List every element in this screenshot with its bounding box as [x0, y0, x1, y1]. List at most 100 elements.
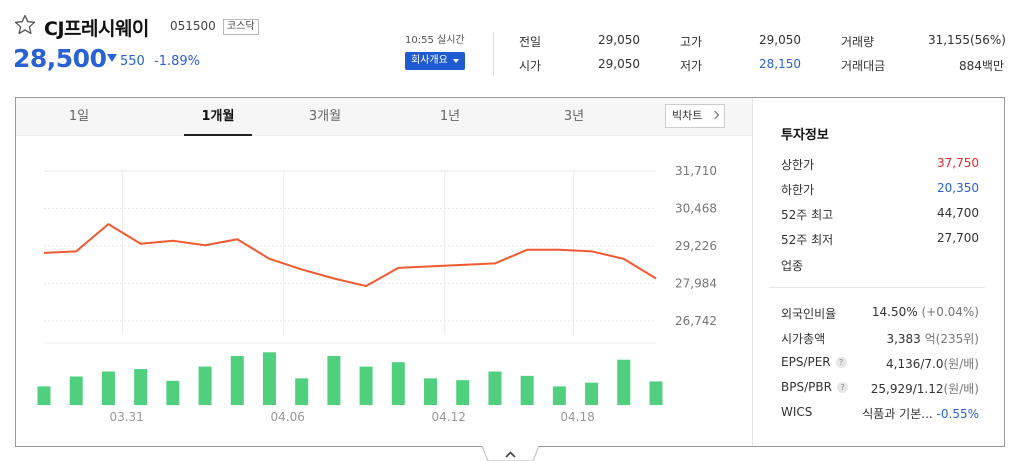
tab-1year[interactable]: 1년: [415, 98, 485, 136]
volume-bar: [166, 380, 180, 405]
volume-bar: [488, 371, 502, 405]
y-tick-label: 29,226: [675, 239, 717, 253]
quote-value-open: 29,050: [598, 57, 640, 71]
volume-bar: [552, 386, 566, 405]
invest-label-bps-pbr: BPS/PBR?: [781, 380, 848, 394]
invest-label-wics: WICS: [781, 405, 813, 419]
invest-value-lower-limit: 20,350: [937, 181, 979, 195]
price-volume-chart: 31,710 30,468 29,226 27,984 26,742 03.31 04.0…: [37, 164, 717, 424]
volume-bar: [69, 376, 83, 405]
collapse-toggle[interactable]: [482, 446, 539, 461]
current-price: 28,500: [13, 44, 107, 73]
divider: [752, 98, 753, 446]
quote-label-open: 시가: [519, 59, 542, 73]
market-cap-value: 3,383: [886, 332, 921, 346]
foreign-ratio-value: 14.50%: [871, 305, 918, 319]
tab-3year[interactable]: 3년: [539, 98, 609, 136]
stock-name: CJ프레시웨이: [44, 18, 149, 40]
chevron-right-icon: [710, 110, 720, 120]
quote-value-low: 28,150: [759, 57, 801, 71]
bps-pbr-value: 25,929/1.12: [870, 382, 944, 396]
y-axis-ticks: 31,710 30,468 29,226 27,984 26,742: [675, 164, 717, 328]
market-cap-unit: 억(235위): [924, 332, 979, 346]
invest-label-eps-per: EPS/PER?: [781, 355, 847, 369]
volume-bar: [230, 356, 244, 405]
eps-per-label: EPS/PER: [781, 355, 831, 369]
bps-pbr-unit: (원/배): [943, 382, 980, 396]
quote-label-high: 고가: [680, 35, 703, 49]
volume-bar: [456, 380, 470, 405]
change-amount: 550: [120, 54, 145, 69]
volume-bar: [37, 386, 51, 405]
quote-label-trade-value: 거래대금: [841, 59, 886, 73]
market-badge: 코스닥: [223, 19, 259, 35]
x-tick-label: 04.18: [560, 410, 594, 424]
favorite-star-icon[interactable]: [13, 13, 37, 37]
volume-bar: [424, 378, 438, 405]
bps-pbr-label: BPS/PBR: [781, 380, 832, 394]
invest-value-bps-pbr: 25,929/1.12(원/배): [860, 380, 979, 397]
x-tick-label: 04.12: [432, 410, 466, 424]
big-chart-label: 빅차트: [672, 109, 703, 122]
volume-bar: [649, 381, 663, 405]
big-chart-button[interactable]: 빅차트: [665, 104, 725, 128]
quote-value-prev-close: 29,050: [598, 33, 640, 47]
wics-change: -0.55%: [936, 407, 979, 421]
tab-3month[interactable]: 3개월: [290, 98, 360, 136]
help-icon[interactable]: ?: [836, 382, 848, 393]
divider: [493, 32, 494, 76]
invest-value-foreign-ratio: 14.50% (+0.04%): [860, 305, 979, 319]
volume-bar: [327, 356, 341, 405]
invest-value-52w-low: 27,700: [937, 231, 979, 245]
x-tick-label: 03.31: [109, 410, 143, 424]
volume-bar: [391, 362, 405, 405]
change-rate: -1.89%: [154, 54, 200, 69]
invest-value-market-cap: 3,383 억(235위): [860, 330, 979, 347]
price-line: [43, 223, 657, 288]
eps-per-unit: (원/배): [943, 357, 980, 371]
divider: [769, 287, 985, 288]
volume-bars: [37, 352, 663, 405]
stock-code: 051500: [170, 19, 216, 33]
chart-grid: [44, 170, 656, 344]
invest-value-upper-limit: 37,750: [937, 156, 979, 170]
y-tick-label: 30,468: [675, 202, 717, 216]
volume-bar: [585, 382, 599, 405]
company-overview-label: 회사개요: [411, 55, 448, 66]
volume-bar: [520, 375, 534, 405]
tab-1month[interactable]: 1개월: [184, 98, 252, 136]
invest-value-wics: 식품과 기본... -0.55%: [840, 405, 979, 422]
invest-label-lower-limit: 하한가: [781, 183, 815, 197]
invest-label-industry: 업종: [781, 259, 804, 273]
invest-value-eps-per: 4,136/7.0(원/배): [860, 355, 979, 372]
foreign-ratio-unit: (+0.04%): [921, 305, 979, 319]
invest-label-upper-limit: 상한가: [781, 158, 815, 172]
company-overview-button[interactable]: 회사개요: [405, 52, 465, 70]
realtime-label: 10:55 실시간: [405, 35, 465, 46]
volume-bar: [359, 366, 373, 405]
y-tick-label: 27,984: [675, 277, 717, 291]
y-tick-label: 26,742: [675, 314, 717, 328]
caret-down-icon: [453, 59, 459, 63]
wics-sector-link[interactable]: 식품과 기본...: [862, 407, 932, 421]
x-tick-label: 04.06: [271, 410, 305, 424]
volume-bar: [134, 369, 148, 405]
invest-label-foreign-ratio: 외국인비율: [781, 307, 837, 321]
volume-bar: [262, 352, 276, 405]
volume-bar: [295, 378, 309, 405]
quote-value-trade-value: 884백만: [959, 59, 1004, 73]
volume-bar: [101, 371, 115, 405]
invest-info-title: 투자정보: [781, 128, 829, 143]
help-icon[interactable]: ?: [835, 357, 847, 368]
down-arrow-icon: [107, 54, 117, 62]
tab-1day[interactable]: 1일: [44, 98, 114, 136]
invest-label-52w-low: 52주 최저: [781, 233, 834, 247]
volume-bar: [617, 359, 631, 405]
volume-bar: [198, 366, 212, 405]
eps-per-value: 4,136/7.0: [886, 357, 944, 371]
quote-label-prev-close: 전일: [519, 35, 542, 49]
period-tab-bar: 1일 1개월 3개월 1년 3년: [16, 98, 752, 136]
invest-label-market-cap: 시가총액: [781, 332, 826, 346]
quote-label-volume: 거래량: [841, 35, 875, 49]
x-axis-ticks: 03.31 04.06 04.12 04.18: [109, 410, 594, 424]
